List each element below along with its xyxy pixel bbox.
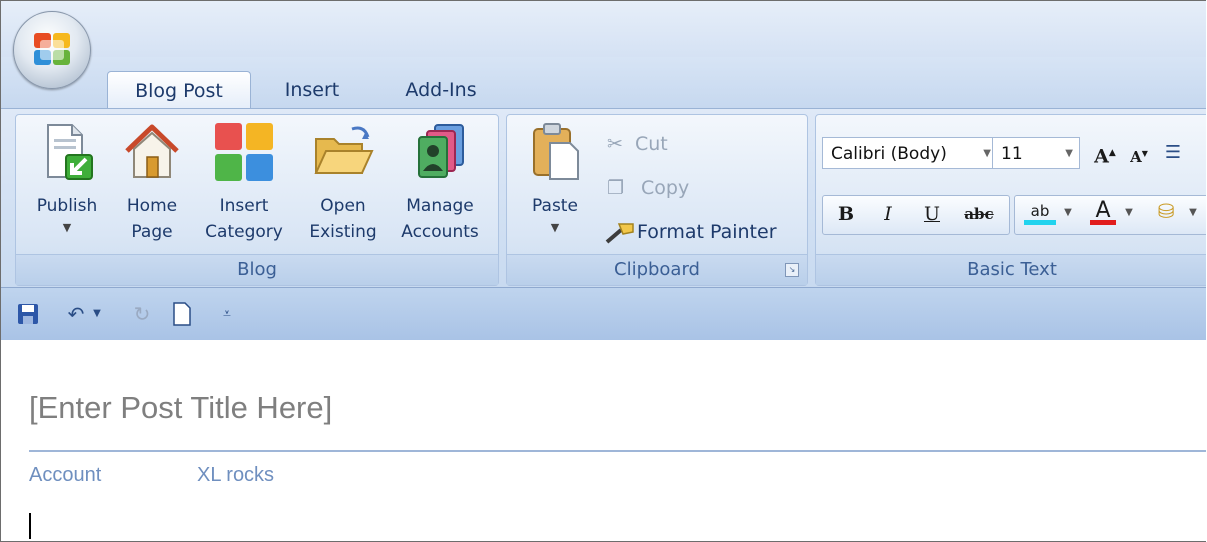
highlight-dropdown-icon[interactable]: ▼ — [1061, 197, 1075, 229]
manage-accounts-label-line2: Accounts — [401, 222, 479, 242]
manage-accounts-button[interactable]: Manage Accounts — [392, 121, 488, 245]
manage-accounts-icon — [418, 124, 464, 178]
manage-accounts-label-line1: Manage — [406, 196, 474, 216]
text-highlight-button[interactable]: ab — [1020, 195, 1060, 227]
bullets-button[interactable]: ☰ — [1158, 137, 1188, 169]
office-button[interactable] — [13, 11, 91, 89]
font-name-value: Calibri (Body) — [831, 144, 947, 164]
blog-group-label: Blog — [16, 254, 498, 285]
clipboard-group-label: Clipboard — [507, 254, 807, 285]
font-color-dropdown-icon[interactable]: ▼ — [1122, 197, 1136, 229]
paste-icon — [533, 123, 579, 180]
format-painter-label: Format Painter — [637, 221, 777, 243]
tab-blog-post[interactable]: Blog Post — [107, 71, 251, 110]
format-painter-button[interactable]: Format Painter — [603, 217, 777, 247]
tab-insert[interactable]: Insert — [266, 71, 358, 109]
document-area[interactable]: [Enter Post Title Here] Account XL rocks — [1, 340, 1206, 541]
ribbon-tab-strip: Blog Post Insert Add-Ins — [1, 57, 1206, 110]
copy-button[interactable]: ❐ Copy — [607, 173, 689, 203]
shrink-font-button[interactable]: A▼ — [1124, 137, 1154, 169]
font-size-value: 11 — [1001, 144, 1023, 164]
post-title-field[interactable]: [Enter Post Title Here] — [29, 390, 332, 426]
open-existing-label-line1: Open — [320, 196, 366, 216]
strikethrough-button[interactable]: abc — [956, 198, 1002, 230]
paste-dropdown-arrow-icon[interactable]: ▼ — [515, 219, 595, 237]
insert-category-button[interactable]: Insert Category — [194, 121, 294, 245]
scissors-icon: ✂ — [607, 133, 623, 155]
basic-text-group-label: Basic Text — [816, 254, 1206, 285]
paste-button[interactable]: Paste ▼ — [515, 121, 595, 237]
font-name-combo[interactable]: Calibri (Body) ▼ — [822, 137, 998, 169]
tab-add-ins[interactable]: Add-Ins — [386, 71, 496, 109]
clipboard-group: Paste ▼ ✂ Cut ❐ Copy Format Painter Clipbo… — [506, 114, 808, 286]
open-existing-label-line2: Existing — [309, 222, 377, 242]
undo-icon[interactable]: ↶ — [63, 302, 89, 326]
home-page-label-line1: Home — [126, 196, 178, 216]
copy-icon: ❐ — [607, 177, 625, 199]
font-color-button[interactable]: A — [1086, 195, 1120, 227]
publish-icon — [47, 124, 93, 180]
text-cursor — [29, 513, 31, 539]
clear-formatting-dropdown-icon[interactable]: ▼ — [1186, 197, 1200, 229]
font-size-dropdown-icon[interactable]: ▼ — [1065, 138, 1073, 170]
grow-font-glyph: A — [1094, 145, 1109, 168]
publish-button[interactable]: Publish ▼ — [24, 121, 110, 237]
new-document-icon[interactable] — [169, 302, 195, 326]
title-divider — [29, 450, 1206, 452]
insert-category-label-line2: Category — [205, 222, 283, 242]
save-icon[interactable] — [15, 302, 41, 326]
insert-category-icon — [215, 123, 273, 181]
clear-formatting-button[interactable]: ⛁ — [1148, 195, 1184, 227]
account-value[interactable]: XL rocks — [197, 464, 274, 487]
undo-dropdown-icon[interactable]: ▼ — [90, 302, 104, 326]
insert-category-label-line1: Insert — [219, 196, 269, 216]
shrink-font-glyph: A — [1130, 148, 1142, 166]
paint-bucket-icon: ⛁ — [1157, 199, 1175, 223]
grow-font-button[interactable]: A▲ — [1088, 137, 1122, 169]
publish-label: Publish — [36, 196, 98, 216]
publish-dropdown-arrow-icon[interactable]: ▼ — [24, 219, 110, 237]
format-painter-icon — [605, 222, 634, 244]
underline-button[interactable]: U — [914, 198, 950, 230]
font-color-bar — [1090, 220, 1116, 225]
bullets-icon: ☰ — [1164, 142, 1182, 163]
home-page-icon — [125, 124, 179, 178]
customize-toolbar-icon[interactable]: ⩡ — [217, 302, 237, 326]
basic-text-group: Calibri (Body) ▼ 11 ▼ A▲ A▼ ☰ B I U abc — [815, 114, 1206, 286]
open-existing-button[interactable]: Open Existing — [301, 121, 385, 245]
account-label: Account — [29, 464, 102, 486]
font-name-dropdown-icon[interactable]: ▼ — [983, 138, 991, 170]
highlight-color-bar — [1024, 220, 1056, 225]
office-logo-icon — [34, 33, 70, 65]
redo-icon[interactable]: ↻ — [129, 302, 155, 326]
home-page-label-line2: Page — [131, 222, 173, 242]
highlight-glyph: ab — [1030, 202, 1050, 220]
clipboard-dialog-launcher-icon[interactable]: ↘ — [785, 263, 799, 277]
title-bar — [1, 1, 1206, 57]
blog-group: Publish ▼ Home Page Insert Category Open… — [15, 114, 499, 286]
home-page-button[interactable]: Home Page — [116, 121, 188, 245]
italic-button[interactable]: I — [870, 198, 906, 230]
open-folder-icon — [314, 126, 374, 174]
cut-button[interactable]: ✂ Cut — [607, 129, 668, 159]
word-blog-window: Blog Post Insert Add-Ins Publish ▼ Home … — [0, 0, 1206, 542]
quick-access-toolbar: ↶ ▼ ↻ ⩡ — [1, 287, 1206, 341]
cut-label: Cut — [635, 133, 668, 155]
copy-label: Copy — [641, 177, 690, 199]
font-size-combo[interactable]: 11 ▼ — [992, 137, 1080, 169]
bold-button[interactable]: B — [828, 198, 864, 230]
paste-label: Paste — [532, 196, 578, 216]
ribbon: Publish ▼ Home Page Insert Category Open… — [1, 108, 1206, 287]
